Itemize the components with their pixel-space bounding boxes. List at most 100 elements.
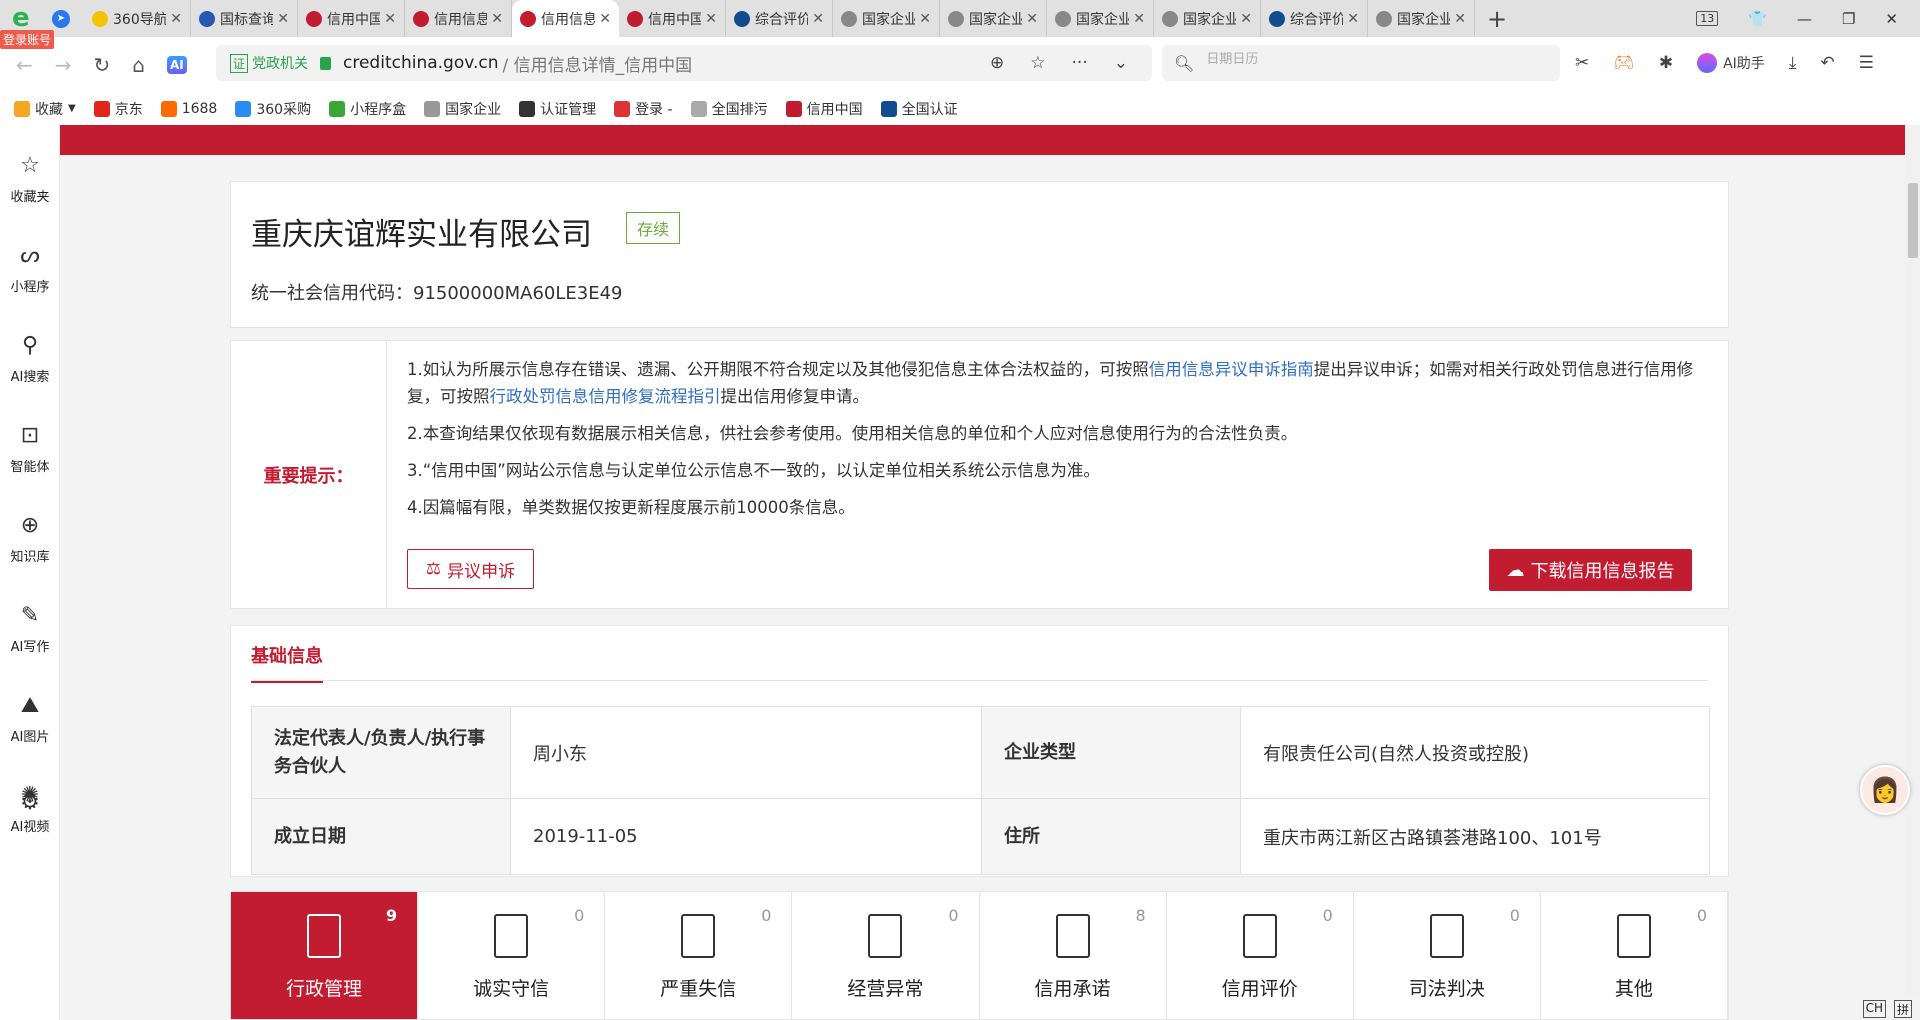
close-tab-icon[interactable]: ✕ <box>705 11 717 27</box>
admin-icon <box>307 914 342 958</box>
browser-tab[interactable]: 信用信息 ✕ <box>405 0 512 37</box>
browser-tab[interactable]: 360导航 ✕ <box>84 0 191 37</box>
home-icon[interactable]: ⌂ <box>132 53 145 77</box>
category-tab-abnormal[interactable]: 0 经营异常 <box>792 892 980 1019</box>
skin-icon[interactable]: 👕 <box>1748 10 1767 28</box>
bookmark-item[interactable]: 认证管理 <box>519 99 596 119</box>
back-icon[interactable]: ← <box>16 53 33 77</box>
bookmark-favicon-icon <box>235 100 252 117</box>
star-icon[interactable]: ☆ <box>1030 53 1045 73</box>
category-tab-honesty[interactable]: 0 诚实守信 <box>418 892 606 1019</box>
chevron-down-icon[interactable]: ⌄ <box>1114 53 1128 73</box>
scrollbar-thumb[interactable] <box>1908 183 1918 258</box>
undo-icon[interactable]: ↶ <box>1820 53 1834 73</box>
bookmark-item[interactable]: 全国排污 <box>690 99 768 119</box>
lock-icon[interactable] <box>320 56 332 70</box>
bookmark-item[interactable]: 360采购 <box>235 99 311 119</box>
search-input[interactable]: 🔍︎ 日期日历 <box>1162 45 1560 81</box>
sidebar-item-knowledge[interactable]: ⊕ 知识库 <box>0 513 60 565</box>
login-badge[interactable]: 登录账号 <box>0 30 55 49</box>
category-tab-evaluation[interactable]: 0 信用评价 <box>1167 892 1354 1019</box>
close-tab-icon[interactable]: ✕ <box>1133 11 1145 27</box>
ai-icon[interactable]: AI <box>167 55 187 74</box>
category-tab-judicial[interactable]: 0 司法判决 <box>1354 892 1541 1019</box>
close-tab-icon[interactable]: ✕ <box>1240 11 1252 27</box>
close-tab-icon[interactable]: ✕ <box>277 11 289 27</box>
bookmark-item[interactable]: 小程序盒 <box>329 99 406 119</box>
browser-tab[interactable]: 国家企业 ✕ <box>940 0 1047 37</box>
sidebar-item-label: AI图片 <box>10 730 50 745</box>
sidebar-item-mini-program[interactable]: ᔕ 小程序 <box>0 243 60 295</box>
sidebar-item-agent[interactable]: ⊡ 智能体 <box>0 423 60 475</box>
category-tab-dishonesty[interactable]: 0 严重失信 <box>605 892 793 1019</box>
browser-logo[interactable]: e 登录账号 <box>0 0 55 49</box>
sidebar-item-ai-image[interactable]: ⛰ AI图片 <box>0 693 60 745</box>
scrollbar[interactable] <box>1905 125 1920 1020</box>
close-tab-icon[interactable]: ✕ <box>170 11 182 27</box>
close-tab-icon[interactable]: ✕ <box>919 11 931 27</box>
bookmark-item[interactable]: 全国认证 <box>880 99 958 119</box>
sidebar-item-ai-video[interactable]: ✺ AI视频 <box>0 783 60 835</box>
bookmark-item[interactable]: 国家企业 <box>424 99 501 119</box>
new-tab-button[interactable]: + <box>1475 5 1519 33</box>
bookmark-item[interactable]: 登录 - <box>614 99 673 119</box>
appeal-guide-link[interactable]: 信用信息异议申诉指南 <box>1149 360 1314 379</box>
bookmarks-bar: 收藏 ▼ 京东 1688 360采购 小程序盒 国家企业 认证管理 登录 - 全国排污 信用中国 全国… <box>0 92 1920 125</box>
game-icon[interactable]: 🎮︎ <box>1613 53 1635 73</box>
bookmark-item[interactable]: 京东 <box>93 99 143 119</box>
close-tab-icon[interactable]: ✕ <box>812 11 824 27</box>
close-tab-icon[interactable]: ✕ <box>384 11 396 27</box>
category-tab-commitment[interactable]: 8 信用承诺 <box>980 892 1167 1019</box>
close-tab-icon[interactable]: ✕ <box>1454 11 1466 27</box>
download-report-button[interactable]: ☁ 下载信用信息报告 <box>1489 549 1692 591</box>
address-bar[interactable]: 证 党政机关 creditchina.gov.cn / 信用信息详情_信用中国 … <box>216 45 1152 81</box>
ime-indicator[interactable]: CH 拼 <box>1854 998 1920 1020</box>
scissors-icon[interactable]: ✂ <box>1575 53 1589 73</box>
ai-video-icon: ✺ <box>20 783 40 808</box>
forward-icon[interactable]: → <box>55 53 72 77</box>
ime-mode[interactable]: 拼 <box>1893 1000 1912 1018</box>
browser-tab[interactable]: 国家企业 ✕ <box>1047 0 1154 37</box>
category-tab-admin[interactable]: 9 行政管理 <box>231 892 419 1019</box>
reload-icon[interactable]: ↻ <box>94 53 111 77</box>
tab-basic-info[interactable]: 基础信息 <box>251 642 323 683</box>
lightbulb-icon[interactable]: ⊕ <box>990 53 1004 73</box>
close-tab-icon[interactable]: ✕ <box>1026 11 1038 27</box>
bookmark-item[interactable]: 1688 <box>160 100 217 117</box>
repair-guide-link[interactable]: 行政处罚信息信用修复流程指引 <box>490 387 721 406</box>
browser-tab[interactable]: 国家企业 ✕ <box>1154 0 1261 37</box>
sidebar-item-ai-search[interactable]: ⚲ AI搜索 <box>0 333 60 385</box>
bookmark-favicon-icon <box>690 100 707 117</box>
close-tab-icon[interactable]: ✕ <box>599 11 611 27</box>
ai-assistant-button[interactable]: AI助手 <box>1697 53 1765 73</box>
bookmark-item[interactable]: 信用中国 <box>785 99 863 119</box>
bookmark-item[interactable]: 收藏 ▼ <box>14 99 76 119</box>
download-icon[interactable]: ⤓ <box>1789 53 1797 73</box>
extensions-icon[interactable]: ✱ <box>1659 53 1673 73</box>
more-icon[interactable]: ··· <box>1072 53 1088 73</box>
category-tab-other[interactable]: 0 其他 <box>1541 892 1728 1019</box>
browser-tab[interactable]: 信用中国 ✕ <box>619 0 726 37</box>
browser-tab[interactable]: 信用信息 ✕ <box>512 0 619 37</box>
browser-tab[interactable]: 国标查询 ✕ <box>191 0 298 37</box>
minimize-button[interactable]: — <box>1797 10 1812 28</box>
commitment-icon <box>1055 914 1090 958</box>
assistant-avatar[interactable]: 👩 <box>1860 765 1910 815</box>
browser-tab[interactable]: 国家企业 ✕ <box>833 0 940 37</box>
close-tab-icon[interactable]: ✕ <box>1347 11 1359 27</box>
tab-count[interactable]: 13 <box>1696 11 1719 26</box>
close-tab-icon[interactable]: ✕ <box>491 11 503 27</box>
ime-lang[interactable]: CH <box>1862 1000 1886 1018</box>
close-button[interactable]: ✕ <box>1885 10 1898 28</box>
pinned-tab[interactable]: ➤ <box>48 8 74 30</box>
browser-tab[interactable]: 综合评价 ✕ <box>1261 0 1368 37</box>
appeal-button[interactable]: ⚖ 异议申诉 <box>407 549 534 589</box>
browser-tab[interactable]: 国家企业 ✕ <box>1368 0 1475 37</box>
menu-icon[interactable]: ☰ <box>1859 53 1874 73</box>
sidebar-item-ai-writing[interactable]: ✎ AI写作 <box>0 603 60 655</box>
restore-button[interactable]: ❐ <box>1842 10 1855 28</box>
sidebar-item-favorites[interactable]: ☆ 收藏夹 <box>0 153 60 205</box>
browser-tab[interactable]: 综合评价 ✕ <box>726 0 833 37</box>
chevron-down-icon[interactable]: ▼ <box>68 103 76 114</box>
browser-tab[interactable]: 信用中国 ✕ <box>298 0 405 37</box>
